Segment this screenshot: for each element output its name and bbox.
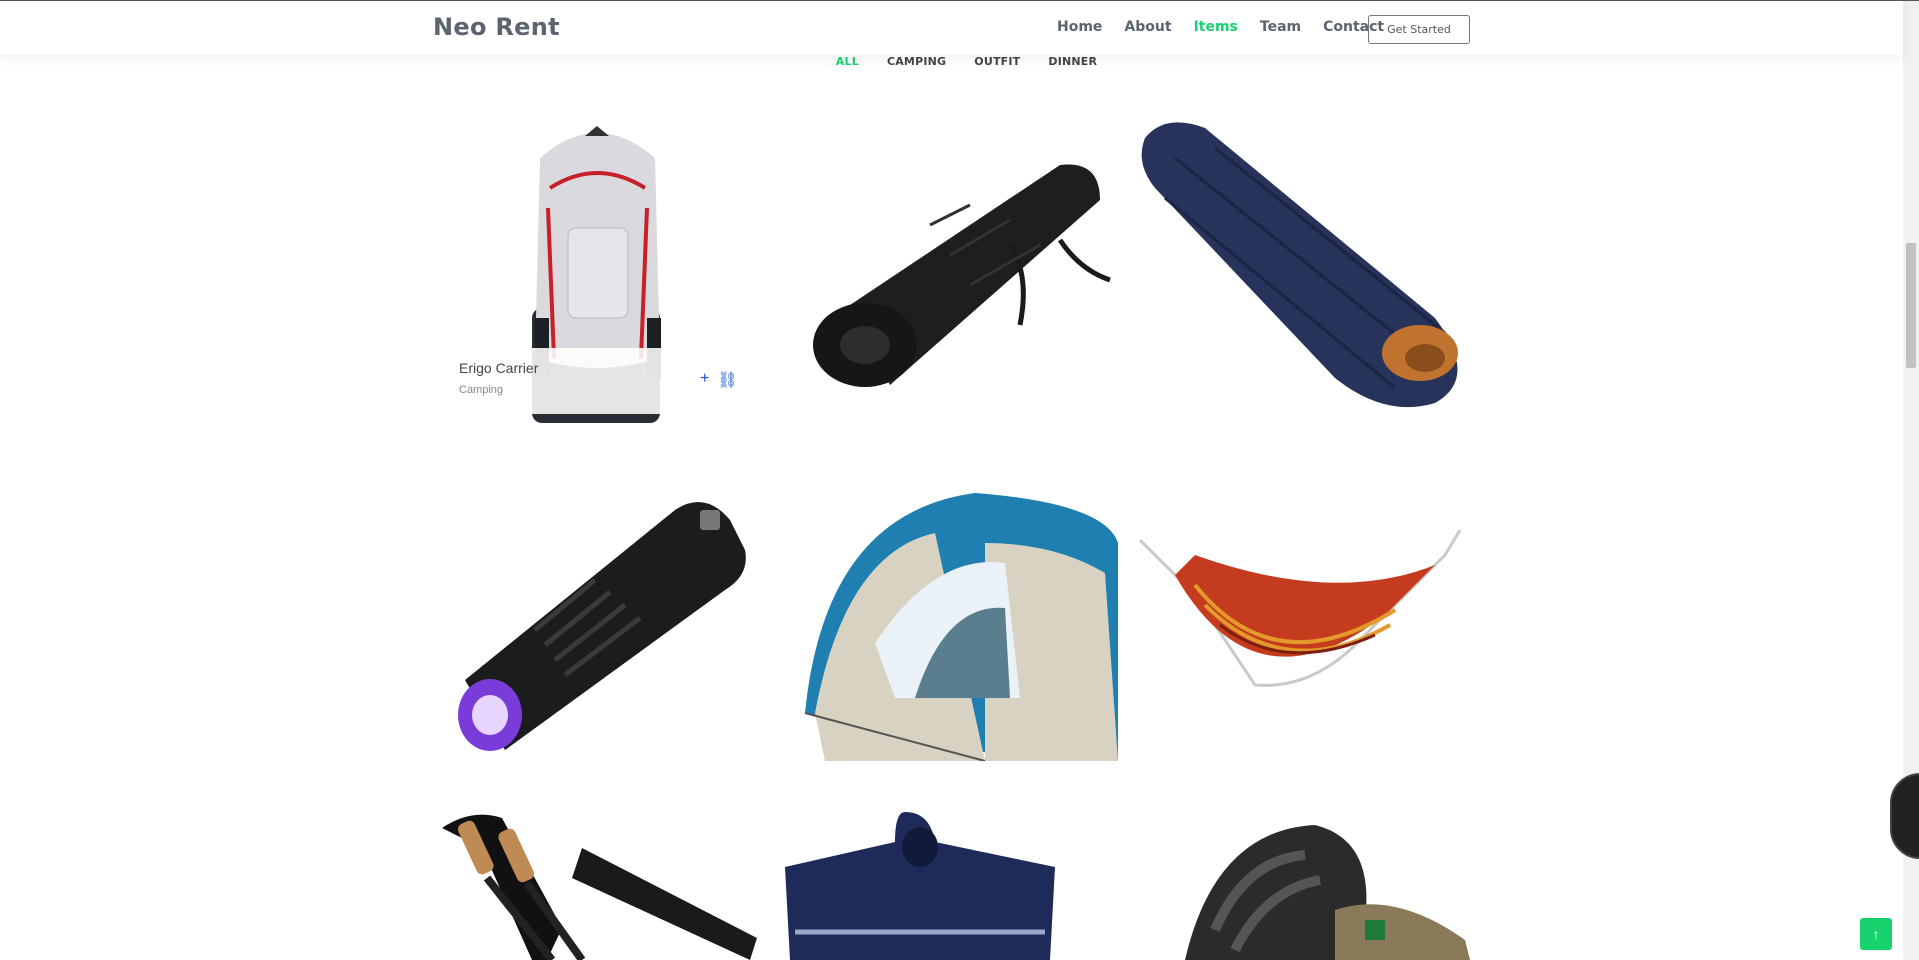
item-category: Camping (459, 384, 504, 396)
plus-icon[interactable]: + (700, 370, 709, 390)
item-image-hammock[interactable] (1135, 515, 1470, 695)
filter-outfit[interactable]: OUTFIT (974, 55, 1020, 68)
item-image-flashlight[interactable] (445, 480, 757, 762)
item-hover-overlay (448, 348, 740, 414)
arrow-up-icon: ↑ (1872, 926, 1880, 942)
item-image-rain-poncho[interactable] (785, 812, 1055, 960)
item-image-trekking-poles[interactable] (432, 808, 760, 960)
item-image-sleeping-bag[interactable] (1135, 118, 1470, 408)
scrollbar-thumb[interactable] (1906, 243, 1916, 368)
filter-camping[interactable]: CAMPING (887, 55, 946, 68)
item-image-tent[interactable] (785, 483, 1118, 761)
portfolio-filters: ALL CAMPING OUTFIT DINNER (0, 55, 1903, 68)
filter-all[interactable]: ALL (836, 55, 859, 68)
nav-items[interactable]: Items (1194, 19, 1238, 35)
filter-dinner[interactable]: DINNER (1048, 55, 1097, 68)
chat-widget[interactable] (1890, 773, 1919, 859)
back-to-top-button[interactable]: ↑ (1860, 918, 1892, 950)
item-image-hiking-boot[interactable] (1135, 810, 1470, 960)
link-icon[interactable]: ⛓ (717, 370, 737, 390)
item-title[interactable]: Erigo Carrier (459, 360, 538, 376)
get-started-button[interactable]: Get Started (1368, 15, 1470, 44)
window-top-border (0, 0, 1919, 1)
main-nav: Home About Items Team Contact (1057, 19, 1406, 35)
item-image-sleeping-mat[interactable] (810, 155, 1115, 395)
item-actions: + ⛓ (700, 370, 738, 390)
nav-about[interactable]: About (1124, 19, 1171, 35)
nav-team[interactable]: Team (1260, 19, 1301, 35)
nav-home[interactable]: Home (1057, 19, 1102, 35)
site-header: Neo Rent Home About Items Team Contact G… (0, 1, 1903, 55)
brand-logo[interactable]: Neo Rent (433, 13, 560, 41)
